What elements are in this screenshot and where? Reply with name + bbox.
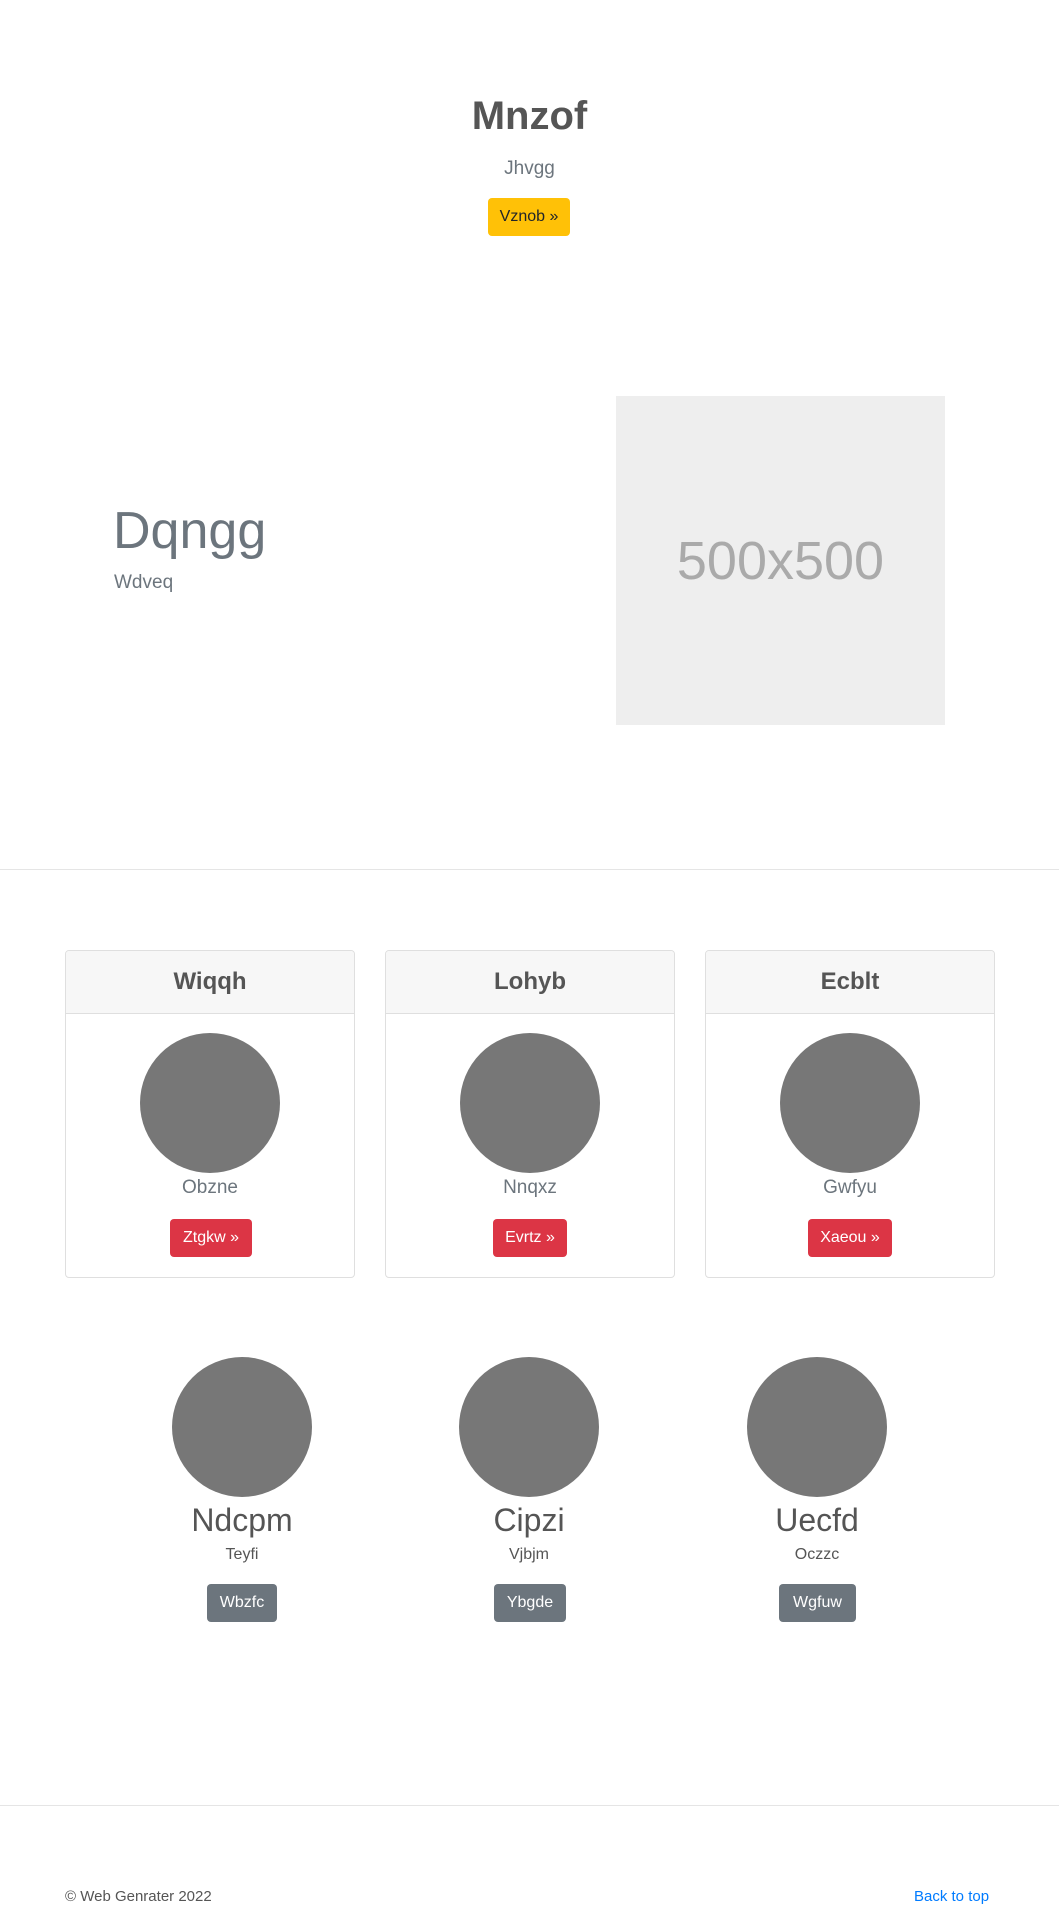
feature-subheading: Wdveq [114, 572, 174, 593]
card: Lohyb Nnqxz Evrtz » [385, 950, 675, 1278]
team-member-button[interactable]: Ybgde [494, 1584, 566, 1622]
avatar [747, 1357, 887, 1497]
hero-title: Mnzof [471, 94, 588, 138]
footer-copyright: © Web Genrater 2022 [65, 1888, 212, 1905]
team-member-role: Oczzc [794, 1546, 840, 1563]
avatar [459, 1357, 599, 1497]
card-text: Gwfyu [823, 1177, 877, 1198]
team-member-name: Cipzi [493, 1502, 565, 1538]
card-button[interactable]: Ztgkw » [170, 1219, 252, 1257]
avatar [780, 1033, 920, 1173]
avatar [172, 1357, 312, 1497]
team-member-role: Teyfi [225, 1546, 259, 1563]
card-button[interactable]: Evrtz » [493, 1219, 567, 1257]
team-member-role: Vjbjm [508, 1546, 549, 1563]
card-title: Wiqqh [66, 951, 354, 1014]
placeholder-label: 500x500 [676, 530, 885, 591]
team-member-button[interactable]: Wgfuw [779, 1584, 856, 1622]
hero-subtitle: Jhvgg [504, 158, 555, 179]
section-divider [0, 869, 1059, 870]
card: Ecblt Gwfyu Xaeou » [705, 950, 995, 1278]
feature-heading: Dqngg [113, 502, 267, 560]
card: Wiqqh Obzne Ztgkw » [65, 950, 355, 1278]
avatar [460, 1033, 600, 1173]
card-button[interactable]: Xaeou » [808, 1219, 892, 1257]
card-title: Ecblt [706, 951, 994, 1014]
team-member-name: Ndcpm [191, 1502, 293, 1538]
card-text: Obzne [182, 1177, 238, 1198]
team-member-button[interactable]: Wbzfc [207, 1584, 277, 1622]
team-member-name: Uecfd [775, 1502, 859, 1538]
feature-image-placeholder: 500x500 [616, 396, 945, 725]
hero-button[interactable]: Vznob » [488, 198, 570, 236]
card-title: Lohyb [386, 951, 674, 1014]
footer-divider [0, 1805, 1059, 1806]
card-text: Nnqxz [503, 1177, 557, 1198]
back-to-top-link[interactable]: Back to top [914, 1888, 989, 1905]
avatar [140, 1033, 280, 1173]
